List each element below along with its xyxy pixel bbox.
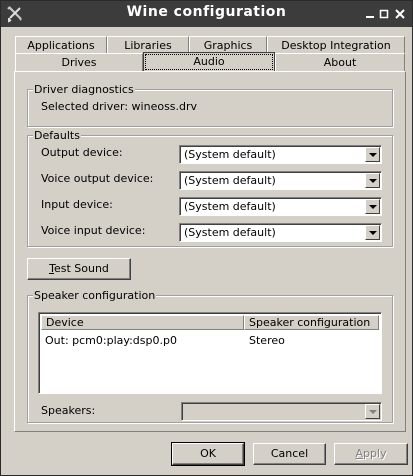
voice-input-device-value: (System default) (184, 226, 276, 239)
speaker-configuration-group: Speaker configuration Device Speaker con… (27, 289, 393, 423)
tab-about[interactable]: About (275, 53, 405, 72)
output-device-value: (System default) (184, 148, 276, 161)
chevron-down-icon[interactable] (365, 199, 380, 214)
tab-applications[interactable]: Applications (15, 36, 107, 54)
chevron-down-icon[interactable] (365, 147, 380, 162)
title-bar[interactable]: Wine configuration (1, 1, 412, 27)
window-title: Wine configuration (126, 4, 287, 20)
test-sound-label: est Sound (53, 262, 109, 275)
close-icon[interactable] (393, 7, 407, 21)
driver-diagnostics-title: Driver diagnostics (33, 83, 135, 96)
output-device-select[interactable]: (System default) (179, 145, 382, 164)
dialog-body: Applications Libraries Graphics Desktop … (1, 27, 412, 475)
wine-config-window: Wine configuration Applications Librarie… (0, 0, 413, 476)
defaults-group: Defaults Output device: (System default)… (27, 129, 393, 247)
maximize-icon[interactable] (377, 7, 391, 21)
speaker-config-cell: Stereo (249, 334, 285, 347)
voice-output-device-value: (System default) (184, 174, 276, 187)
input-device-label: Input device: (41, 198, 113, 211)
test-sound-button[interactable]: Test Sound (27, 258, 131, 280)
voice-input-device-select[interactable]: (System default) (179, 223, 382, 242)
column-header-device[interactable]: Device (41, 315, 244, 330)
voice-output-device-label: Voice output device: (41, 172, 154, 185)
audio-tab-panel: Driver diagnostics Selected driver: wine… (14, 71, 406, 432)
selected-driver-text: Selected driver: wineoss.drv (41, 100, 198, 113)
tab-audio[interactable]: Audio (143, 52, 275, 72)
apply-mnemonic: A (355, 447, 363, 460)
speakers-label: Speakers: (41, 404, 96, 417)
apply-label: pply (363, 447, 387, 460)
device-cell: Out: pcm0:play:dsp0.p0 (45, 334, 177, 347)
column-header-speaker-configuration[interactable]: Speaker configuration (244, 315, 379, 330)
apply-button[interactable]: Apply (334, 443, 408, 465)
driver-diagnostics-group: Driver diagnostics Selected driver: wine… (27, 83, 393, 127)
cancel-button[interactable]: Cancel (253, 443, 326, 465)
output-device-label: Output device: (41, 146, 123, 159)
input-device-value: (System default) (184, 200, 276, 213)
ok-button[interactable]: OK (171, 442, 245, 466)
input-device-select[interactable]: (System default) (179, 197, 382, 216)
chevron-down-icon[interactable] (365, 225, 380, 240)
chevron-down-icon[interactable] (365, 173, 380, 188)
speaker-device-list[interactable]: Device Speaker configuration Out: pcm0:p… (38, 312, 382, 394)
voice-output-device-select[interactable]: (System default) (179, 171, 382, 190)
chevron-down-icon[interactable] (365, 404, 380, 419)
tab-desktop-integration[interactable]: Desktop Integration (267, 36, 405, 54)
speaker-configuration-title: Speaker configuration (33, 289, 157, 302)
tab-drives[interactable]: Drives (15, 53, 143, 72)
defaults-title: Defaults (33, 129, 81, 142)
speakers-select[interactable] (181, 402, 382, 421)
minimize-icon[interactable] (363, 7, 377, 21)
voice-input-device-label: Voice input device: (41, 224, 146, 237)
